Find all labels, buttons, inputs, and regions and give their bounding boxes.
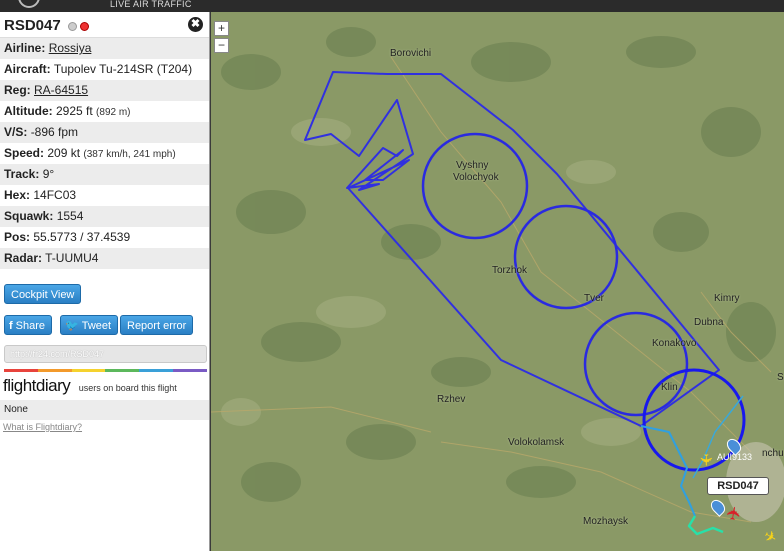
vs-row: V/S: -896 fpm: [0, 122, 209, 143]
report-error-button[interactable]: Report error: [120, 315, 194, 335]
airplane-icon-yellow[interactable]: ✈: [696, 453, 716, 466]
city-kimry: Kimry: [714, 293, 740, 304]
flightdiary-stripe: [4, 369, 207, 372]
map-canvas: [211, 27, 784, 536]
city-volochyok: Volochyok: [453, 172, 499, 183]
altitude-row: Altitude: 2925 ft (892 m): [0, 101, 209, 122]
flight-id: RSD047: [4, 17, 61, 34]
reg-row: Reg: RA-64515: [0, 80, 209, 101]
panel-header: RSD047 ✖: [0, 12, 209, 38]
radar-row: Radar: T-UUMU4: [0, 248, 209, 269]
track-circle-1: [421, 132, 529, 240]
track-row: Track: 9°: [0, 164, 209, 185]
track-outer: [304, 71, 720, 427]
info-icon[interactable]: [68, 22, 77, 31]
track-circle-3: [583, 311, 689, 417]
flightdiary-logo[interactable]: flightdiary: [3, 376, 71, 395]
flight-info-panel: RSD047 ✖ Airline: Rossiya Aircraft: Tupo…: [0, 12, 210, 551]
flightdiary-text: users on board this flight: [78, 383, 177, 393]
flightdiary-link[interactable]: What is Flightdiary?: [3, 422, 82, 432]
tagline: LIVE AIR TRAFFIC: [110, 0, 192, 9]
tweet-button[interactable]: 🐦 Tweet: [60, 315, 119, 335]
city-torzhok: Torzhok: [492, 265, 528, 276]
map[interactable]: + − Borovichi Vyshny Volochyok Torzhok T…: [211, 12, 784, 551]
cockpit-view-button[interactable]: Cockpit View: [4, 284, 82, 304]
city-konakovo: Konakovo: [652, 338, 697, 349]
city-dubna: Dubna: [694, 317, 724, 328]
city-tver: Tver: [584, 293, 604, 304]
share-url-input[interactable]: http://fr24.com/RSD047: [4, 345, 207, 363]
facebook-icon: f: [9, 320, 13, 332]
share-button[interactable]: f Share: [4, 315, 53, 335]
city-s-edge: S: [777, 372, 784, 383]
airline-row: Airline: Rossiya: [0, 38, 209, 59]
city-klin: Klin: [661, 382, 678, 393]
speed-row: Speed: 209 kt (387 km/h, 241 mph): [0, 143, 209, 164]
selected-flight-callout[interactable]: RSD047: [707, 477, 769, 495]
flightdiary-section: flightdiary users on board this flight: [3, 376, 177, 398]
flightdiary-none: None: [0, 400, 209, 420]
top-bar: LIVE AIR TRAFFIC: [0, 0, 784, 12]
close-icon[interactable]: ✖: [188, 17, 203, 32]
zoom-out-button[interactable]: −: [214, 38, 229, 53]
zoom-in-button[interactable]: +: [214, 21, 229, 36]
airline-link[interactable]: Rossiya: [49, 41, 92, 55]
city-volokolamsk: Volokolamsk: [508, 437, 565, 448]
twitter-icon: 🐦: [65, 320, 79, 332]
logo-icon[interactable]: [18, 0, 40, 8]
aircraft-row: Aircraft: Tupolev Tu-214SR (T204): [0, 59, 209, 80]
city-vyshny: Vyshny: [456, 160, 489, 171]
alert-icon[interactable]: [80, 22, 89, 31]
city-rzhev: Rzhev: [437, 394, 466, 405]
city-borovichi: Borovichi: [390, 48, 432, 59]
city-nchu: nchu: [762, 448, 784, 459]
reg-link[interactable]: RA-64515: [34, 83, 88, 97]
city-mozhaysk: Mozhaysk: [583, 516, 629, 527]
squawk-row: Squawk: 1554: [0, 206, 209, 227]
hex-row: Hex: 14FC03: [0, 185, 209, 206]
pos-row: Pos: 55.5773 / 37.4539: [0, 227, 209, 248]
track-final: [687, 515, 724, 536]
